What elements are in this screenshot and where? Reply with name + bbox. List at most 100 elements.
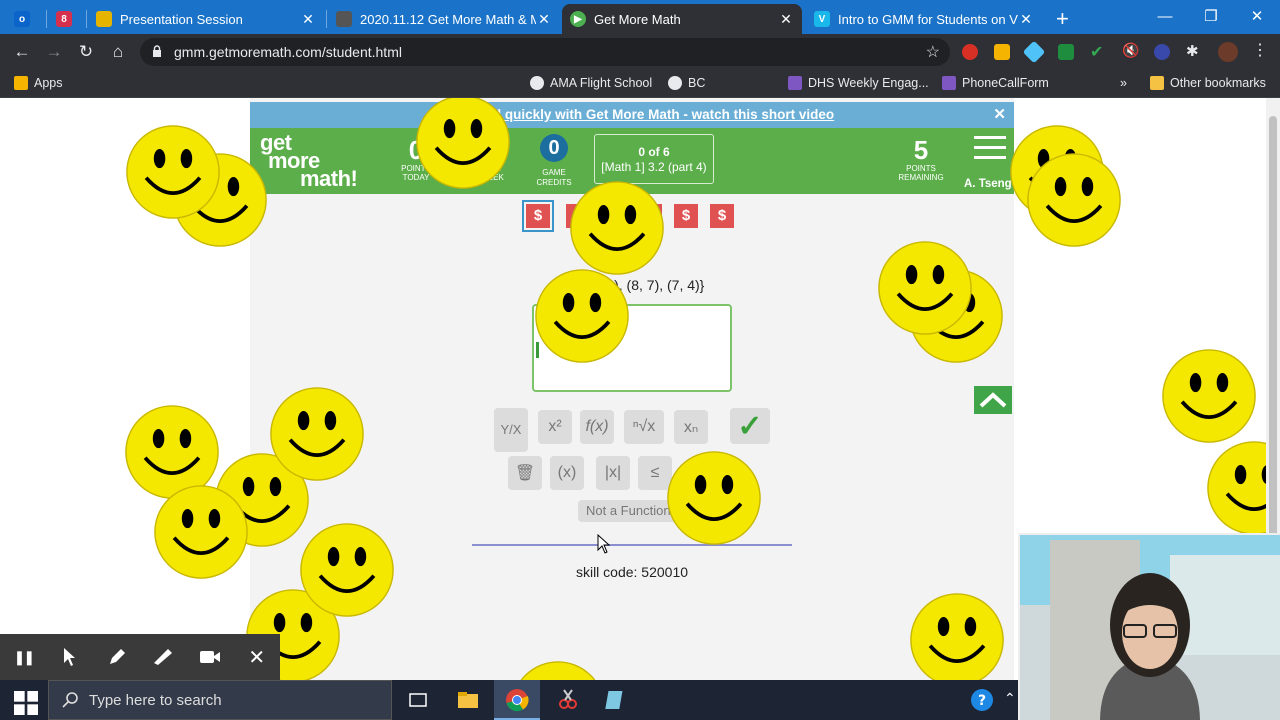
close-tab-icon[interactable]: ✕: [536, 11, 552, 28]
address-bar[interactable]: gmm.getmoremath.com/student.html ☆: [140, 38, 950, 66]
file-explorer-icon[interactable]: [456, 688, 480, 712]
highlighter-icon[interactable]: [140, 634, 187, 680]
smiley-icon: [1027, 153, 1121, 247]
restore-button[interactable]: ❐: [1188, 0, 1234, 32]
menu-kebab-icon[interactable]: ⋮: [1252, 40, 1268, 59]
window-close-button[interactable]: ✕: [1234, 0, 1280, 32]
problem-dollar[interactable]: $: [674, 204, 698, 228]
smiley-icon: [667, 451, 761, 545]
globe-icon: [668, 76, 682, 90]
form-icon: [942, 76, 956, 90]
mute-icon[interactable]: 🔇: [1122, 42, 1139, 58]
snipping-tool-icon[interactable]: [556, 688, 580, 712]
task-view-icon[interactable]: [406, 688, 430, 712]
reload-icon[interactable]: ↻: [74, 40, 98, 64]
problem-dollar-current[interactable]: $: [522, 200, 554, 232]
bookmarks-bar: Apps A AMA Flight School BC DHS Weekly E…: [0, 70, 1280, 161]
power-button[interactable]: x²: [538, 410, 572, 444]
smiley-icon: [300, 523, 394, 617]
root-button[interactable]: ⁿ√x: [624, 410, 664, 444]
user-name[interactable]: A. Tseng: [964, 178, 1012, 190]
close-toolbar-button[interactable]: ✕: [233, 634, 280, 680]
folder-icon: [1150, 76, 1164, 90]
vimeo-icon: V: [814, 11, 830, 27]
webcam-video: [1018, 533, 1280, 720]
bookmarks-overflow-button[interactable]: »: [1120, 76, 1127, 90]
scroll-up-button[interactable]: [974, 386, 1012, 414]
svg-text:?: ?: [978, 693, 986, 709]
thumbs-up-icon[interactable]: [994, 44, 1010, 60]
chrome-taskbar-button[interactable]: [494, 680, 540, 720]
absolute-value-button[interactable]: |x|: [596, 456, 630, 490]
taskbar-search-box[interactable]: Type here to search: [48, 680, 392, 720]
tab-presentation-session[interactable]: Presentation Session ✕: [88, 4, 324, 34]
presentation-icon: [96, 11, 112, 27]
pointer-icon[interactable]: [47, 634, 94, 680]
tab-get-more-math[interactable]: ▶ Get More Math ✕: [562, 4, 802, 34]
extension-icon[interactable]: [1058, 44, 1074, 60]
bookmark-apps[interactable]: Apps: [14, 76, 63, 90]
smiley-icon: [570, 181, 664, 275]
video-banner[interactable]: Get started quickly with Get More Math -…: [250, 102, 1014, 128]
tab-badge-8[interactable]: 8: [48, 4, 84, 34]
parentheses-button[interactable]: (x): [550, 456, 584, 490]
smiley-icon: [154, 485, 248, 579]
close-tab-icon[interactable]: ✕: [300, 11, 316, 28]
windows-start-icon[interactable]: [14, 691, 38, 715]
new-tab-button[interactable]: +: [1048, 4, 1078, 34]
close-tab-icon[interactable]: ✕: [1018, 11, 1034, 28]
problem-dollar[interactable]: $: [710, 204, 734, 228]
chevron-up-icon[interactable]: ⌃: [1004, 690, 1016, 707]
extension-k-icon[interactable]: [1154, 44, 1170, 60]
bookmark-label: PhoneCallForm: [962, 76, 1049, 90]
person-image: [1100, 573, 1200, 720]
close-icon[interactable]: ✕: [993, 102, 1006, 128]
not-a-function-button[interactable]: Not a Function: [578, 500, 678, 522]
bookmark-label: Apps: [34, 76, 63, 90]
search-icon: [62, 692, 78, 708]
bookmark-label: DHS Weekly Engag...: [808, 76, 929, 90]
tab-vimeo[interactable]: V Intro to GMM for Students on Vi ✕: [806, 4, 1042, 34]
pause-button[interactable]: ❚❚: [0, 634, 47, 680]
bookmark-star-icon[interactable]: ☆: [926, 42, 940, 62]
submit-check-button[interactable]: ✓: [730, 408, 770, 444]
avatar[interactable]: [1218, 42, 1238, 62]
notepad-icon[interactable]: [604, 688, 628, 712]
minimize-button[interactable]: —: [1142, 0, 1188, 32]
back-icon[interactable]: ←: [10, 40, 34, 64]
other-bookmarks[interactable]: Other bookmarks: [1150, 76, 1266, 90]
smiley-icon: [878, 241, 972, 335]
close-tab-icon[interactable]: ✕: [778, 11, 794, 28]
tab-gmm-doc[interactable]: 2020.11.12 Get More Math & Ma ✕: [328, 4, 560, 34]
tab-title: Intro to GMM for Students on Vi: [838, 11, 1018, 27]
logo: get more math!: [260, 130, 358, 191]
bookmark-label: BC: [688, 76, 706, 90]
help-icon[interactable]: ?: [970, 688, 994, 712]
hamburger-menu-icon[interactable]: [974, 136, 1006, 160]
game-credits-badge: 0: [540, 134, 568, 162]
browser-tab-strip: o 8 Presentation Session ✕ 2020.11.12 Ge…: [0, 0, 1280, 34]
bookmark-ama-flight-school[interactable]: AMA Flight School: [530, 76, 652, 90]
subscript-button[interactable]: xₙ: [674, 410, 708, 444]
bookmark-phonecallform[interactable]: PhoneCallForm: [942, 76, 1049, 90]
tab-outlook[interactable]: o: [6, 4, 44, 34]
smiley-icon: [270, 387, 364, 481]
extension-icon[interactable]: [962, 44, 978, 60]
delete-button[interactable]: 🗑: [508, 456, 542, 490]
notification-badge-icon: 8: [56, 11, 72, 27]
extension-icon[interactable]: [1022, 40, 1046, 64]
fraction-button[interactable]: Y/X: [494, 408, 528, 452]
bookmark-bc[interactable]: BC: [668, 76, 705, 90]
camera-icon[interactable]: [187, 634, 234, 680]
checkmark-icon[interactable]: ✔: [1090, 42, 1106, 61]
function-button[interactable]: f(x): [580, 410, 614, 444]
home-icon[interactable]: ⌂: [106, 40, 130, 64]
lock-icon: [153, 45, 161, 57]
play-icon: ▶: [570, 11, 586, 27]
bookmark-dhs-weekly[interactable]: DHS Weekly Engag...: [788, 76, 929, 90]
puzzle-icon[interactable]: ✱: [1186, 42, 1202, 60]
pen-icon[interactable]: [93, 634, 140, 680]
forward-icon[interactable]: →: [42, 40, 66, 64]
smiley-icon: [910, 593, 1004, 680]
url-text: gmm.getmoremath.com/student.html: [174, 44, 402, 60]
